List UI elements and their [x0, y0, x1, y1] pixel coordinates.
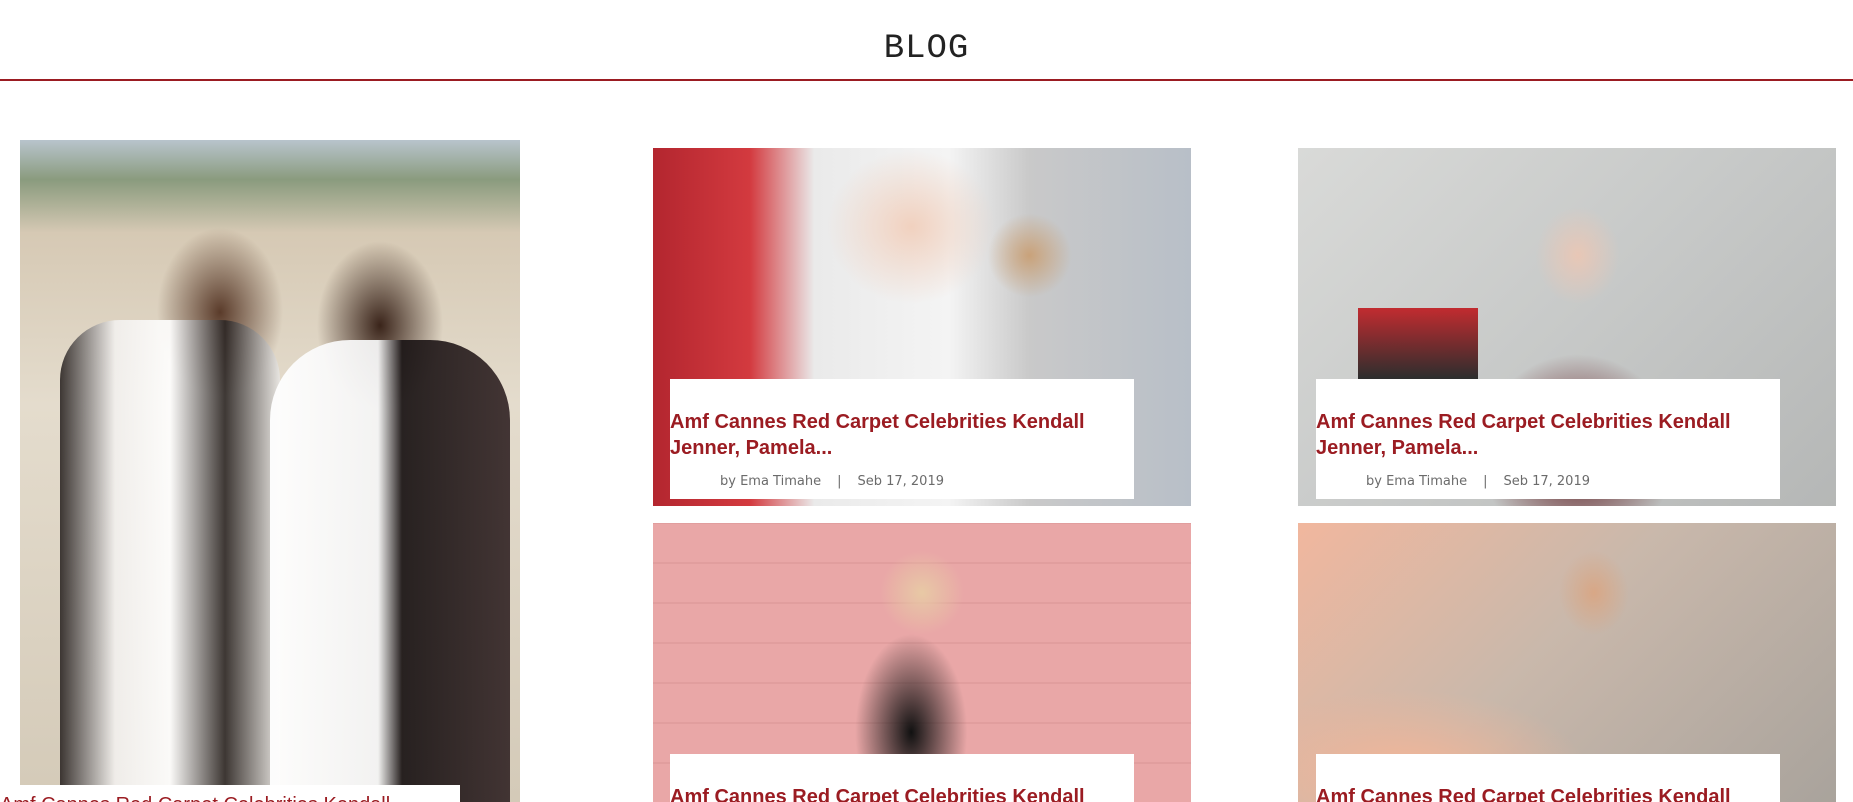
- post-title-link[interactable]: Amf Cannes Red Carpet Celebrities Kendal…: [0, 792, 460, 802]
- post-author[interactable]: by Ema Timahe: [1366, 474, 1467, 489]
- post-image-featured[interactable]: [20, 140, 520, 802]
- meta-separator: |: [837, 474, 842, 489]
- blog-page: BLOG Amf Cannes Red Carpet Celebrities K…: [0, 0, 1853, 802]
- post-card[interactable]: Amf Cannes Red Carpet Celebrities Kendal…: [670, 754, 1134, 802]
- photo-figure: [270, 340, 510, 802]
- photo-figure: [60, 320, 280, 802]
- page-header: BLOG: [0, 0, 1853, 81]
- post-meta: by Ema Timahe | Seb 17, 2019: [1316, 474, 1780, 489]
- post-title-link[interactable]: Amf Cannes Red Carpet Celebrities Kendal…: [670, 409, 1134, 461]
- post-date: Seb 17, 2019: [1503, 474, 1590, 489]
- post-card-featured[interactable]: Amf Cannes Red Carpet Celebrities Kendal…: [0, 785, 460, 802]
- post-card[interactable]: Amf Cannes Red Carpet Celebrities Kendal…: [1316, 754, 1780, 802]
- post-title-link[interactable]: Amf Cannes Red Carpet Celebrities Kendal…: [1316, 784, 1780, 802]
- post-card[interactable]: Amf Cannes Red Carpet Celebrities Kendal…: [1316, 379, 1780, 499]
- post-title-link[interactable]: Amf Cannes Red Carpet Celebrities Kendal…: [670, 784, 1134, 802]
- post-meta: by Ema Timahe | Seb 17, 2019: [670, 474, 1134, 489]
- post-date: Seb 17, 2019: [857, 474, 944, 489]
- meta-separator: |: [1483, 474, 1488, 489]
- page-title: BLOG: [883, 30, 970, 68]
- post-title-link[interactable]: Amf Cannes Red Carpet Celebrities Kendal…: [1316, 409, 1780, 461]
- post-card[interactable]: Amf Cannes Red Carpet Celebrities Kendal…: [670, 379, 1134, 499]
- post-author[interactable]: by Ema Timahe: [720, 474, 821, 489]
